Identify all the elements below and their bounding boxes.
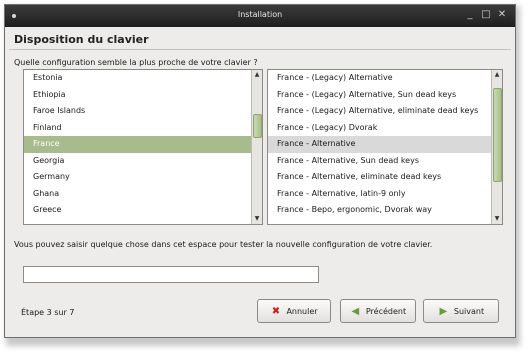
back-button[interactable]: ◀ Précédent [340, 299, 416, 323]
list-item[interactable]: France [24, 136, 262, 153]
close-icon[interactable]: ✕ [497, 8, 507, 22]
back-label: Précédent [365, 306, 407, 316]
page-header: Disposition du clavier [5, 27, 515, 49]
question-label: Quelle configuration semble la plus proc… [14, 58, 258, 67]
scroll-up-icon[interactable]: ▲ [252, 70, 262, 80]
country-list[interactable]: Estonia Ethiopia Faroe Islands Finland Franc… [23, 69, 263, 225]
step-indicator: Étape 3 sur 7 [21, 308, 75, 317]
scroll-up-icon[interactable]: ▲ [492, 70, 502, 80]
country-rows: Estonia Ethiopia Faroe Islands Finland Franc… [24, 70, 262, 219]
list-item[interactable]: France - Alternative, eliminate dead key… [268, 169, 502, 186]
forward-label: Suivant [453, 306, 485, 316]
list-item[interactable]: Ethiopia [24, 87, 262, 104]
cancel-button[interactable]: ✖ Annuler [257, 299, 331, 323]
list-item[interactable]: France - Alternative [268, 136, 502, 153]
variant-list-scrollbar[interactable]: ▲ ▼ [491, 70, 502, 224]
window-title: Installation [237, 10, 283, 19]
list-item[interactable]: Ghana [24, 186, 262, 203]
scroll-down-icon[interactable]: ▼ [252, 214, 262, 224]
variant-list[interactable]: France - (Legacy) Alternative France - (L… [267, 69, 503, 225]
maximize-icon[interactable]: □ [481, 8, 491, 22]
variant-rows: France - (Legacy) Alternative France - (L… [268, 70, 502, 219]
test-hint: Vous pouvez saisir quelque chose dans ce… [14, 240, 433, 249]
scroll-down-icon[interactable]: ▼ [492, 214, 502, 224]
list-item[interactable]: Finland [24, 120, 262, 137]
list-item[interactable]: France - Alternative, Sun dead keys [268, 153, 502, 170]
cancel-label: Annuler [286, 306, 318, 316]
scrollbar-thumb[interactable] [493, 88, 502, 182]
header-divider [9, 49, 511, 50]
list-item[interactable]: France - Bepo, ergonomic, Dvorak way [268, 202, 502, 219]
list-item[interactable]: France - Alternative, latin-9 only [268, 186, 502, 203]
installer-window: Installation _ □ ✕ Disposition du clavie… [4, 4, 516, 338]
list-item[interactable]: Georgia [24, 153, 262, 170]
country-list-scrollbar[interactable]: ▲ ▼ [251, 70, 262, 224]
arrow-left-icon: ◀ [351, 305, 360, 317]
scrollbar-thumb[interactable] [253, 114, 262, 138]
list-item[interactable]: Greece [24, 202, 262, 219]
list-item[interactable]: France - (Legacy) Alternative, Sun dead … [268, 87, 502, 104]
arrow-right-icon: ▶ [439, 305, 448, 317]
window-controls: _ □ ✕ [465, 8, 507, 22]
list-item[interactable]: Faroe Islands [24, 103, 262, 120]
cross-icon: ✖ [271, 305, 281, 317]
title-bar[interactable]: Installation _ □ ✕ [5, 5, 515, 27]
list-item[interactable]: France - (Legacy) Dvorak [268, 120, 502, 137]
list-item[interactable]: Estonia [24, 70, 262, 87]
minimize-icon[interactable]: _ [465, 8, 475, 22]
list-item[interactable]: France - (Legacy) Alternative [268, 70, 502, 87]
forward-button[interactable]: ▶ Suivant [423, 299, 499, 323]
list-item[interactable]: France - (Legacy) Alternative, eliminate… [268, 103, 502, 120]
page-title: Disposition du clavier [14, 33, 149, 46]
keyboard-test-input[interactable] [23, 266, 319, 283]
list-item[interactable]: Germany [24, 169, 262, 186]
